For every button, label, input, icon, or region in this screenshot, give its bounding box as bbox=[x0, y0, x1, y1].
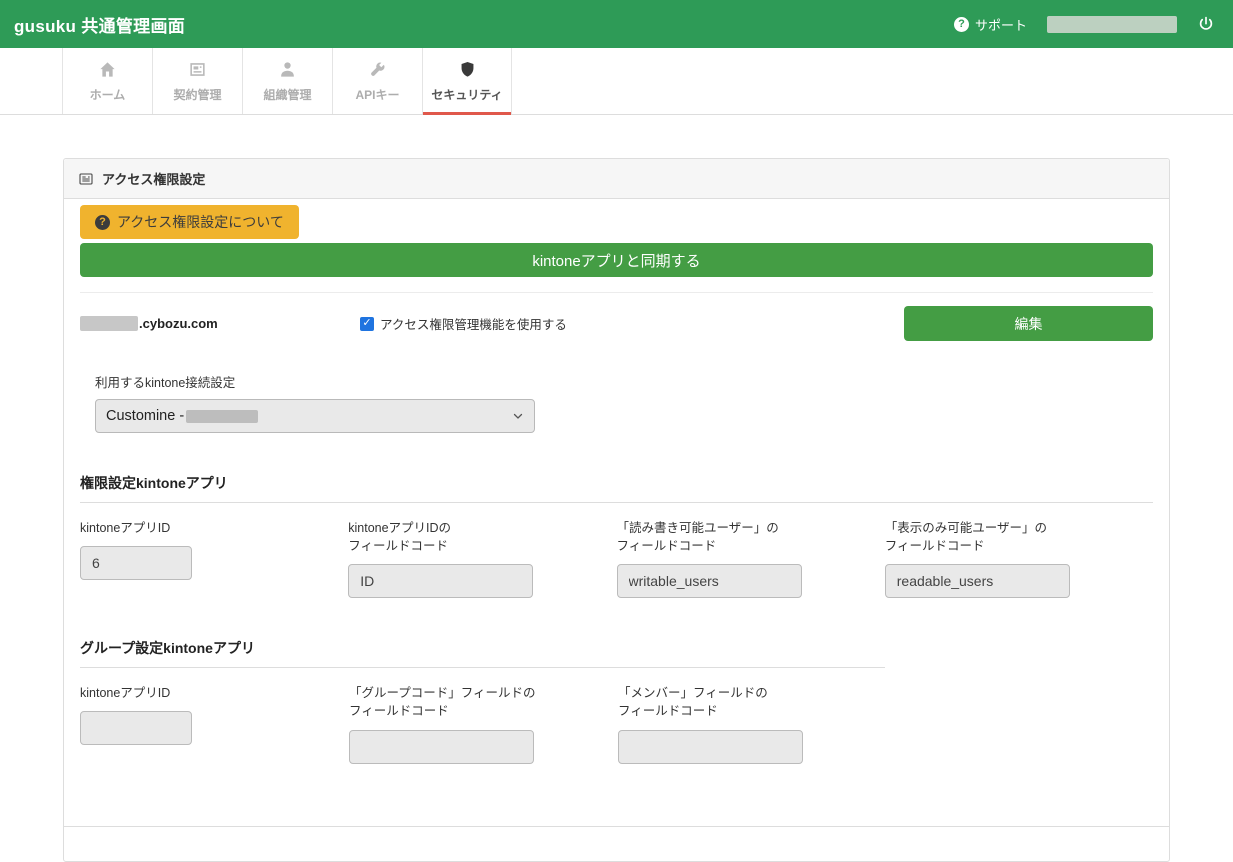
use-permission-checkbox-row: アクセス権限管理機能を使用する bbox=[360, 314, 904, 333]
panel-body: ? アクセス権限設定について kintoneアプリと同期する .cybozu.c… bbox=[64, 199, 1169, 764]
field-readable-users: 「表示のみ可能ユーザー」の フィールドコード bbox=[885, 519, 1153, 598]
field-app-id-fieldcode: kintoneアプリIDの フィールドコード bbox=[348, 519, 616, 598]
permission-help-button[interactable]: ? アクセス権限設定について bbox=[80, 205, 299, 239]
shield-icon bbox=[458, 60, 477, 79]
logout-button[interactable] bbox=[1197, 15, 1215, 33]
field-group-code: 「グループコード」フィールドの フィールドコード bbox=[349, 684, 618, 763]
subdomain-redacted bbox=[80, 316, 138, 331]
selected-connection: Customine - bbox=[106, 408, 184, 424]
tab-organization[interactable]: 組織管理 bbox=[242, 48, 332, 114]
support-label: サポート bbox=[975, 15, 1027, 34]
group-code-input[interactable] bbox=[349, 730, 534, 764]
field-group-app-id: kintoneアプリID bbox=[80, 684, 349, 763]
field-label: 「読み書き可能ユーザー」の フィールドコード bbox=[617, 519, 885, 555]
power-icon bbox=[1197, 15, 1215, 33]
connection-name-redacted bbox=[186, 410, 258, 423]
member-code-input[interactable] bbox=[618, 730, 803, 764]
tab-api-keys[interactable]: APIキー bbox=[332, 48, 422, 114]
app-title: gusuku 共通管理画面 bbox=[14, 12, 185, 37]
panel-title: アクセス権限設定 bbox=[102, 169, 205, 188]
connection-setting: 利用するkintone接続設定 Customine - bbox=[95, 372, 1153, 433]
contract-icon bbox=[188, 60, 207, 79]
tab-label: ホーム bbox=[90, 86, 126, 103]
domain-section: .cybozu.com アクセス権限管理機能を使用する 編集 利用するkinto… bbox=[80, 292, 1153, 764]
domain-suffix: .cybozu.com bbox=[139, 316, 218, 331]
kintone-sync-button[interactable]: kintoneアプリと同期する bbox=[80, 243, 1153, 277]
group-fields-row: kintoneアプリID 「グループコード」フィールドの フィールドコード bbox=[80, 684, 1153, 763]
api-key-icon bbox=[368, 60, 387, 79]
field-member-code: 「メンバー」フィールドの フィールドコード bbox=[618, 684, 887, 763]
readable-users-input[interactable] bbox=[885, 564, 1070, 598]
topbar: gusuku 共通管理画面 ? サポート bbox=[0, 0, 1233, 48]
tab-home[interactable]: ホーム bbox=[62, 48, 152, 114]
field-label: 「メンバー」フィールドの フィールドコード bbox=[618, 684, 887, 720]
perm-fields-row: kintoneアプリID kintoneアプリIDの フィールドコード bbox=[80, 519, 1153, 598]
tab-label: APIキー bbox=[355, 86, 399, 103]
field-writable-users: 「読み書き可能ユーザー」の フィールドコード bbox=[617, 519, 885, 598]
support-link[interactable]: ? サポート bbox=[954, 15, 1027, 34]
field-label: kintoneアプリIDの フィールドコード bbox=[348, 519, 616, 555]
help-button-label: アクセス権限設定について bbox=[117, 212, 284, 232]
topbar-right: ? サポート bbox=[954, 15, 1215, 34]
kintone-connection-select[interactable]: Customine - bbox=[95, 399, 535, 433]
organization-icon bbox=[278, 60, 297, 79]
tab-label: 組織管理 bbox=[263, 86, 311, 103]
tab-label: 契約管理 bbox=[173, 86, 221, 103]
main-content: アクセス権限設定 ? アクセス権限設定について kintoneアプリと同期する … bbox=[0, 115, 1233, 862]
home-icon bbox=[98, 60, 117, 79]
group-app-id-input[interactable] bbox=[80, 711, 192, 745]
panel-header: アクセス権限設定 bbox=[64, 159, 1169, 199]
field-kintone-app-id: kintoneアプリID bbox=[80, 519, 348, 598]
app-id-fieldcode-input[interactable] bbox=[348, 564, 533, 598]
field-label: kintoneアプリID bbox=[80, 519, 348, 537]
checkbox-label: アクセス権限管理機能を使用する bbox=[380, 314, 567, 333]
account-name-redacted bbox=[1047, 16, 1177, 33]
perm-section-heading: 権限設定kintoneアプリ bbox=[80, 473, 1153, 503]
tab-security[interactable]: セキュリティ bbox=[422, 48, 512, 114]
use-permission-checkbox[interactable] bbox=[360, 317, 374, 331]
writable-users-input[interactable] bbox=[617, 564, 802, 598]
edit-button[interactable]: 編集 bbox=[904, 306, 1153, 341]
tab-contracts[interactable]: 契約管理 bbox=[152, 48, 242, 114]
domain-name: .cybozu.com bbox=[80, 316, 360, 331]
field-label: kintoneアプリID bbox=[80, 684, 349, 702]
kintone-app-id-input[interactable] bbox=[80, 546, 192, 580]
field-label: 「表示のみ可能ユーザー」の フィールドコード bbox=[885, 519, 1153, 555]
question-circle-icon: ? bbox=[954, 17, 969, 32]
question-circle-icon: ? bbox=[95, 215, 110, 230]
connection-label: 利用するkintone接続設定 bbox=[95, 372, 1153, 391]
tab-label: セキュリティ bbox=[431, 86, 502, 103]
access-permission-panel: アクセス権限設定 ? アクセス権限設定について kintoneアプリと同期する … bbox=[63, 158, 1170, 862]
panel-footer bbox=[64, 826, 1169, 861]
group-section-heading: グループ設定kintoneアプリ bbox=[80, 638, 885, 668]
domain-row: .cybozu.com アクセス権限管理機能を使用する 編集 bbox=[80, 306, 1153, 341]
chevron-down-icon bbox=[512, 410, 524, 422]
main-nav: ホーム 契約管理 組織管理 APIキー セキュリティ bbox=[0, 48, 1233, 115]
list-icon bbox=[78, 171, 94, 187]
field-label: 「グループコード」フィールドの フィールドコード bbox=[349, 684, 618, 720]
